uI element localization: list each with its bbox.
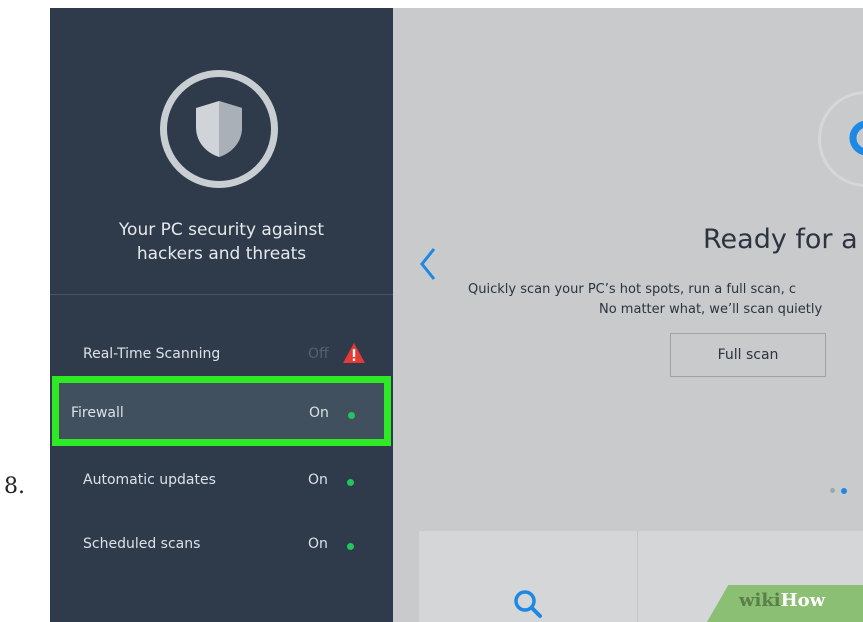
watermark-how: How — [780, 590, 826, 611]
sidebar-item-automatic-updates[interactable]: Automatic updates On — [50, 456, 393, 508]
shield-icon — [160, 70, 278, 188]
sidebar-title-line2: hackers and threats — [136, 244, 307, 264]
status-on-dot — [347, 479, 354, 486]
warning-icon — [342, 342, 366, 368]
sidebar-item-real-time-scanning[interactable]: Real-Time Scanning Off — [50, 330, 393, 382]
card-divider — [637, 531, 638, 622]
sidebar-title: Your PC security against hackers and thr… — [50, 218, 393, 266]
search-icon[interactable] — [511, 587, 545, 622]
wikihow-watermark: wikiHow — [693, 571, 863, 622]
sidebar: Your PC security against hackers and thr… — [50, 8, 393, 622]
pager-dot[interactable] — [830, 488, 835, 493]
sidebar-divider — [50, 294, 393, 295]
pager-dot-active[interactable] — [841, 488, 847, 494]
sidebar-item-scheduled-scans[interactable]: Scheduled scans On — [50, 520, 393, 572]
app-window: Your PC security against hackers and thr… — [50, 8, 863, 622]
main-panel: Ready for a Quickly scan your PC’s hot s… — [393, 8, 863, 622]
step-number: 8. — [4, 474, 25, 499]
status-on-dot — [348, 412, 355, 419]
sidebar-item-label: Firewall — [71, 405, 124, 421]
description-line2: No matter what, we’ll scan quietly — [599, 302, 823, 317]
sidebar-item-label: Real-Time Scanning — [83, 346, 221, 362]
watermark-text: wikiHow — [739, 590, 825, 611]
description-line1: Quickly scan your PC’s hot spots, run a … — [468, 282, 797, 297]
full-scan-button[interactable]: Full scan — [670, 333, 826, 377]
sidebar-title-line1: Your PC security against — [118, 220, 325, 240]
sidebar-item-firewall[interactable]: Firewall On — [52, 376, 391, 446]
status-text: On — [309, 405, 329, 421]
sidebar-item-label: Scheduled scans — [83, 536, 201, 552]
status-text: On — [308, 536, 328, 552]
page-title: Ready for a — [703, 224, 858, 255]
watermark-wiki: wiki — [739, 590, 781, 611]
scan-icon — [818, 91, 863, 187]
status-on-dot — [347, 543, 354, 550]
status-text: On — [308, 472, 328, 488]
chevron-left-icon[interactable] — [418, 246, 438, 286]
sidebar-item-label: Automatic updates — [83, 472, 216, 488]
status-text: Off — [308, 346, 329, 362]
